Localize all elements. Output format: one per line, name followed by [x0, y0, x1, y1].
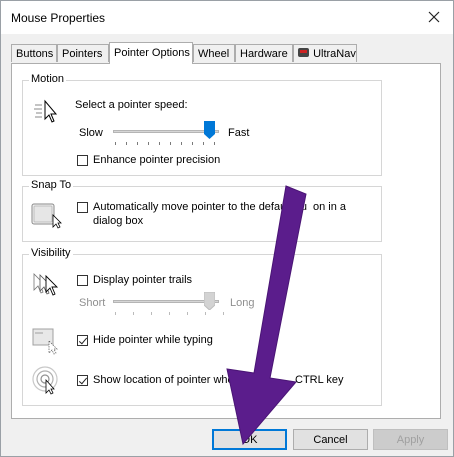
tab-pointer-options[interactable]: Pointer Options [109, 42, 193, 64]
hide-pointer-checkbox[interactable] [77, 335, 88, 346]
title-bar: Mouse Properties [1, 1, 453, 34]
pointer-trails-icon [33, 273, 59, 296]
tab-label: Hardware [240, 48, 288, 60]
pointer-trails-slider-thumb[interactable] [204, 292, 215, 310]
long-label: Long [230, 297, 255, 309]
pointer-trails-checkbox[interactable] [77, 275, 88, 286]
group-label-motion: Motion [29, 73, 67, 85]
cancel-button[interactable]: Cancel [293, 429, 368, 450]
hide-pointer-icon [32, 328, 58, 355]
enhance-precision-checkbox[interactable] [77, 155, 88, 166]
pointer-trails-ticks [115, 312, 225, 316]
tab-ultranav[interactable]: UltraNav [293, 44, 357, 62]
ok-button-label: OK [241, 433, 258, 446]
slow-label: Slow [79, 127, 103, 139]
group-label-visibility: Visibility [29, 247, 73, 259]
visibility-group: Visibility Display pointer trails Short … [22, 247, 382, 406]
snap-to-label-line2: dialog box [93, 215, 144, 227]
tab-pointers[interactable]: Pointers [57, 44, 109, 62]
fast-label: Fast [228, 127, 250, 139]
snap-to-checkbox[interactable] [77, 202, 88, 213]
close-icon [428, 11, 440, 23]
tab-hardware[interactable]: Hardware [235, 44, 293, 62]
snap-to-group: Snap To Automatically move pointer to th… [22, 179, 382, 242]
tab-label: UltraNav [313, 48, 356, 60]
tab-buttons[interactable]: Buttons [11, 44, 57, 62]
apply-button-label: Apply [396, 433, 425, 446]
motion-group: Motion Select a pointer speed: Slow Fast… [22, 73, 382, 176]
apply-button[interactable]: Apply [373, 429, 448, 450]
tab-label: Buttons [16, 48, 54, 60]
hide-pointer-label: Hide pointer while typing [93, 334, 213, 346]
snap-to-label-part1: Automatically move pointer to the defaul… [93, 201, 308, 213]
cancel-button-label: Cancel [313, 433, 348, 446]
tab-label: Wheel [198, 48, 230, 60]
show-location-label: Show location of pointer when [93, 374, 240, 386]
pointer-speed-slider-thumb[interactable] [204, 121, 215, 139]
show-location-icon [32, 366, 58, 395]
pointer-options-panel: Motion Select a pointer speed: Slow Fast… [11, 63, 441, 419]
ultranav-icon [298, 48, 309, 57]
pointer-speed-icon [34, 99, 58, 123]
close-button[interactable] [421, 4, 447, 30]
pointer-speed-label: Select a pointer speed: [75, 99, 188, 111]
tab-wheel[interactable]: Wheel [193, 44, 235, 62]
snap-to-icon [31, 203, 62, 229]
tab-label: Pointers [62, 48, 103, 60]
show-location-label-end: CTRL key [295, 374, 344, 386]
window-title: Mouse Properties [11, 11, 106, 25]
mouse-properties-window: Mouse Properties Buttons Pointers Pointe… [0, 0, 454, 457]
ok-button[interactable]: OK [212, 429, 287, 450]
show-location-checkbox[interactable] [77, 375, 88, 386]
snap-to-label-part2: on in a [313, 201, 347, 213]
pointer-trails-label: Display pointer trails [93, 274, 193, 286]
tab-label: Pointer Options [114, 47, 190, 59]
snap-to-label: Automatically move pointer to the defaul… [93, 201, 346, 213]
enhance-precision-label: Enhance pointer precision [93, 154, 221, 166]
group-label-snap-to: Snap To [29, 179, 74, 191]
pointer-speed-ticks [115, 142, 225, 146]
short-label: Short [79, 297, 106, 309]
